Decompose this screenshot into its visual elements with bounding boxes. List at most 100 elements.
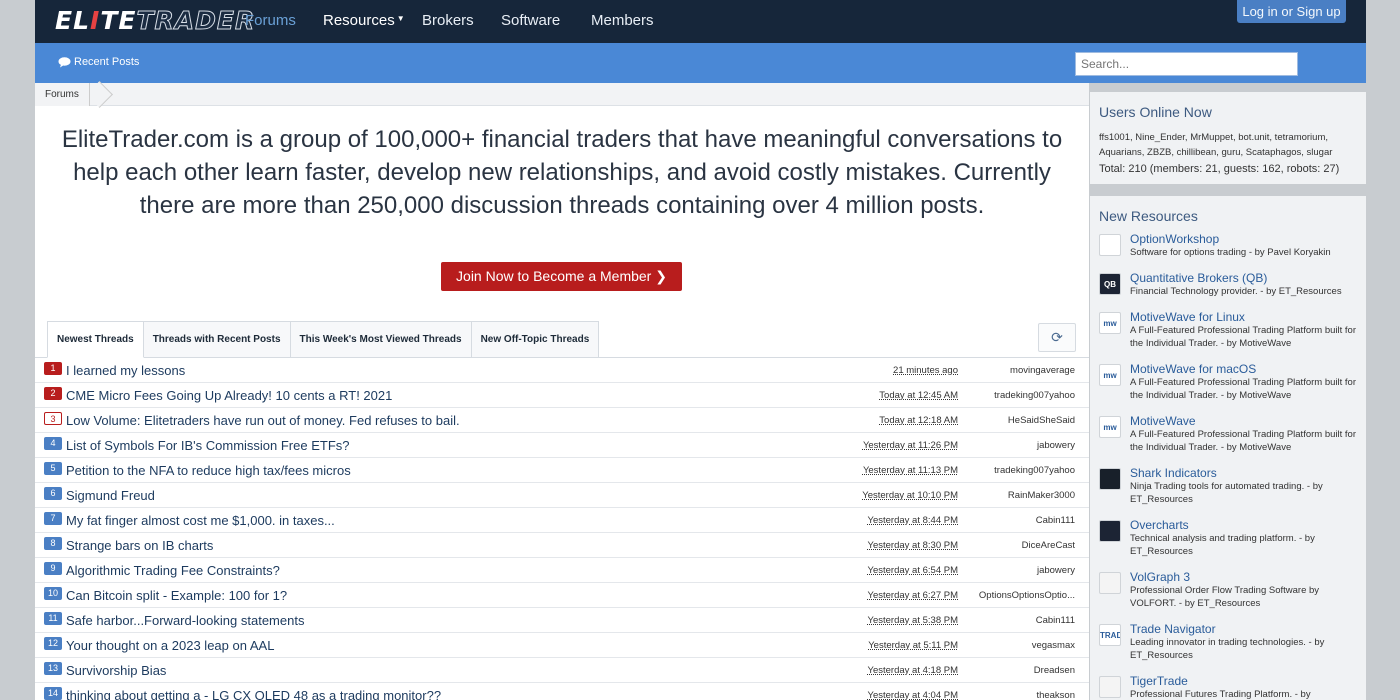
thread-author[interactable]: theakson	[967, 690, 1075, 700]
thread-title[interactable]: Low Volume: Elitetraders have run out of…	[66, 413, 460, 428]
thread-date[interactable]: Yesterday at 6:54 PM	[868, 565, 958, 576]
users-online-title[interactable]: Users Online Now	[1099, 104, 1212, 120]
optionworkshop-icon[interactable]	[1099, 234, 1121, 256]
resource-name[interactable]: Trade Navigator	[1130, 622, 1216, 636]
thread-date[interactable]: Yesterday at 11:26 PM	[863, 440, 958, 451]
thread-author[interactable]: OptionsOptionsOptio...	[967, 590, 1075, 601]
thread-title[interactable]: List of Symbols For IB's Commission Free…	[66, 438, 350, 453]
resource-name[interactable]: Shark Indicators	[1130, 466, 1217, 480]
tigertrade-icon[interactable]	[1099, 676, 1121, 698]
thread-date[interactable]: Yesterday at 5:11 PM	[868, 640, 958, 651]
thread-title[interactable]: CME Micro Fees Going Up Already! 10 cent…	[66, 388, 392, 403]
resource-name[interactable]: TigerTrade	[1130, 674, 1188, 688]
search-input[interactable]	[1075, 52, 1298, 76]
site-logo[interactable]: ELITETRADER	[55, 6, 255, 36]
thread-row[interactable]: 7 My fat finger almost cost me $1,000. in…	[35, 508, 1089, 533]
nav-software[interactable]: Software	[501, 12, 560, 29]
resource-name[interactable]: VolGraph 3	[1130, 570, 1190, 584]
volgraph-icon[interactable]	[1099, 572, 1121, 594]
thread-date[interactable]: 21 minutes ago	[893, 365, 958, 376]
thread-date[interactable]: Yesterday at 5:38 PM	[868, 615, 958, 626]
thread-date[interactable]: Yesterday at 8:44 PM	[868, 515, 958, 526]
thread-title[interactable]: Sigmund Freud	[66, 488, 155, 503]
nav-brokers[interactable]: Brokers	[422, 12, 474, 29]
thread-row[interactable]: 2 CME Micro Fees Going Up Already! 10 cen…	[35, 383, 1089, 408]
thread-title[interactable]: Can Bitcoin split - Example: 100 for 1?	[66, 588, 287, 603]
nav-members[interactable]: Members	[591, 12, 654, 29]
thread-rank-badge: 13	[44, 662, 62, 675]
breadcrumb-forums[interactable]: Forums	[35, 83, 90, 106]
refresh-button[interactable]: ⟳	[1038, 323, 1076, 352]
motivewave-icon[interactable]: mw	[1099, 312, 1121, 334]
thread-row[interactable]: 11 Safe harbor...Forward-looking statemen…	[35, 608, 1089, 633]
nav-forums[interactable]: Forums	[245, 12, 296, 29]
thread-author[interactable]: Cabin111	[967, 615, 1075, 626]
thread-author[interactable]: jabowery	[967, 440, 1075, 451]
chevron-right-icon: ❯	[655, 268, 667, 284]
thread-row[interactable]: 4 List of Symbols For IB's Commission Fre…	[35, 433, 1089, 458]
thread-title[interactable]: I learned my lessons	[66, 363, 185, 378]
thread-row[interactable]: 13 Survivorship Bias Yesterday at 4:18 PM D…	[35, 658, 1089, 683]
thread-row[interactable]: 3 Low Volume: Elitetraders have run out o…	[35, 408, 1089, 433]
thread-date[interactable]: Yesterday at 11:13 PM	[863, 465, 958, 476]
thread-title[interactable]: Survivorship Bias	[66, 663, 166, 678]
thread-author[interactable]: tradeking007yahoo	[967, 465, 1075, 476]
chevron-down-icon[interactable]: ▼	[397, 14, 405, 23]
thread-date[interactable]: Today at 12:45 AM	[879, 390, 958, 401]
login-signup-button[interactable]: Log in or Sign up	[1237, 0, 1346, 23]
thread-author[interactable]: movingaverage	[967, 365, 1075, 376]
thread-title[interactable]: My fat finger almost cost me $1,000. in …	[66, 513, 335, 528]
thread-date[interactable]: Yesterday at 4:04 PM	[868, 690, 958, 700]
thread-title[interactable]: Your thought on a 2023 leap on AAL	[66, 638, 274, 653]
thread-title[interactable]: Algorithmic Trading Fee Constraints?	[66, 563, 280, 578]
tab-most-viewed[interactable]: This Week's Most Viewed Threads	[290, 321, 472, 358]
thread-row[interactable]: 1 I learned my lessons 21 minutes ago movin…	[35, 358, 1089, 383]
nav-resources[interactable]: Resources ▼	[323, 12, 405, 29]
recent-posts-link[interactable]: Recent Posts	[58, 56, 139, 68]
resource-name[interactable]: MotiveWave for Linux	[1130, 310, 1245, 324]
thread-title[interactable]: Strange bars on IB charts	[66, 538, 213, 553]
resource-name[interactable]: Overcharts	[1130, 518, 1189, 532]
thread-row[interactable]: 10 Can Bitcoin split - Example: 100 for 1…	[35, 583, 1089, 608]
resource-description: A Full-Featured Professional Trading Pla…	[1130, 429, 1356, 453]
shark-icon[interactable]	[1099, 468, 1121, 490]
tab-recent-posts[interactable]: Threads with Recent Posts	[143, 321, 291, 358]
thread-author[interactable]: Dreadsen	[967, 665, 1075, 676]
tab-off-topic[interactable]: New Off-Topic Threads	[471, 321, 600, 358]
thread-author[interactable]: RainMaker3000	[967, 490, 1075, 501]
thread-author[interactable]: HeSaidSheSaid	[967, 415, 1075, 426]
resource-name[interactable]: Quantitative Brokers (QB)	[1130, 271, 1267, 285]
thread-title[interactable]: Petition to the NFA to reduce high tax/f…	[66, 463, 351, 478]
overcharts-icon[interactable]	[1099, 520, 1121, 542]
thread-title[interactable]: Safe harbor...Forward-looking statements	[66, 613, 304, 628]
qb-icon[interactable]: QB	[1099, 273, 1121, 295]
users-online-list[interactable]: ffs1001, Nine_Ender, MrMuppet, bot.unit,…	[1099, 130, 1361, 160]
thread-date[interactable]: Yesterday at 10:10 PM	[862, 490, 958, 501]
thread-row[interactable]: 6 Sigmund Freud Yesterday at 10:10 PM RainM…	[35, 483, 1089, 508]
thread-date[interactable]: Yesterday at 8:30 PM	[868, 540, 958, 551]
thread-title[interactable]: thinking about getting a - LG CX OLED 48…	[66, 688, 441, 700]
motivewave-icon[interactable]: mw	[1099, 416, 1121, 438]
thread-date[interactable]: Yesterday at 4:18 PM	[868, 665, 958, 676]
new-resources-title[interactable]: New Resources	[1099, 208, 1198, 224]
thread-author[interactable]: DiceAreCast	[967, 540, 1075, 551]
recent-posts-label: Recent Posts	[74, 56, 140, 68]
resource-name[interactable]: MotiveWave for macOS	[1130, 362, 1256, 376]
thread-row[interactable]: 5 Petition to the NFA to reduce high tax/…	[35, 458, 1089, 483]
thread-row[interactable]: 14 thinking about getting a - LG CX OLED …	[35, 683, 1089, 700]
thread-row[interactable]: 12 Your thought on a 2023 leap on AAL Yest…	[35, 633, 1089, 658]
thread-row[interactable]: 9 Algorithmic Trading Fee Constraints? Yes…	[35, 558, 1089, 583]
join-button[interactable]: Join Now to Become a Member ❯	[441, 262, 682, 291]
thread-author[interactable]: vegasmax	[967, 640, 1075, 651]
motivewave-icon[interactable]: mw	[1099, 364, 1121, 386]
tab-newest-threads[interactable]: Newest Threads	[47, 321, 144, 358]
thread-author[interactable]: jabowery	[967, 565, 1075, 576]
thread-author[interactable]: Cabin111	[967, 515, 1075, 526]
tradenavigator-icon[interactable]: TRADE	[1099, 624, 1121, 646]
thread-author[interactable]: tradeking007yahoo	[967, 390, 1075, 401]
thread-date[interactable]: Today at 12:18 AM	[879, 415, 958, 426]
thread-date[interactable]: Yesterday at 6:27 PM	[868, 590, 958, 601]
resource-name[interactable]: OptionWorkshop	[1130, 232, 1219, 246]
resource-name[interactable]: MotiveWave	[1130, 414, 1196, 428]
thread-row[interactable]: 8 Strange bars on IB charts Yesterday at 8…	[35, 533, 1089, 558]
